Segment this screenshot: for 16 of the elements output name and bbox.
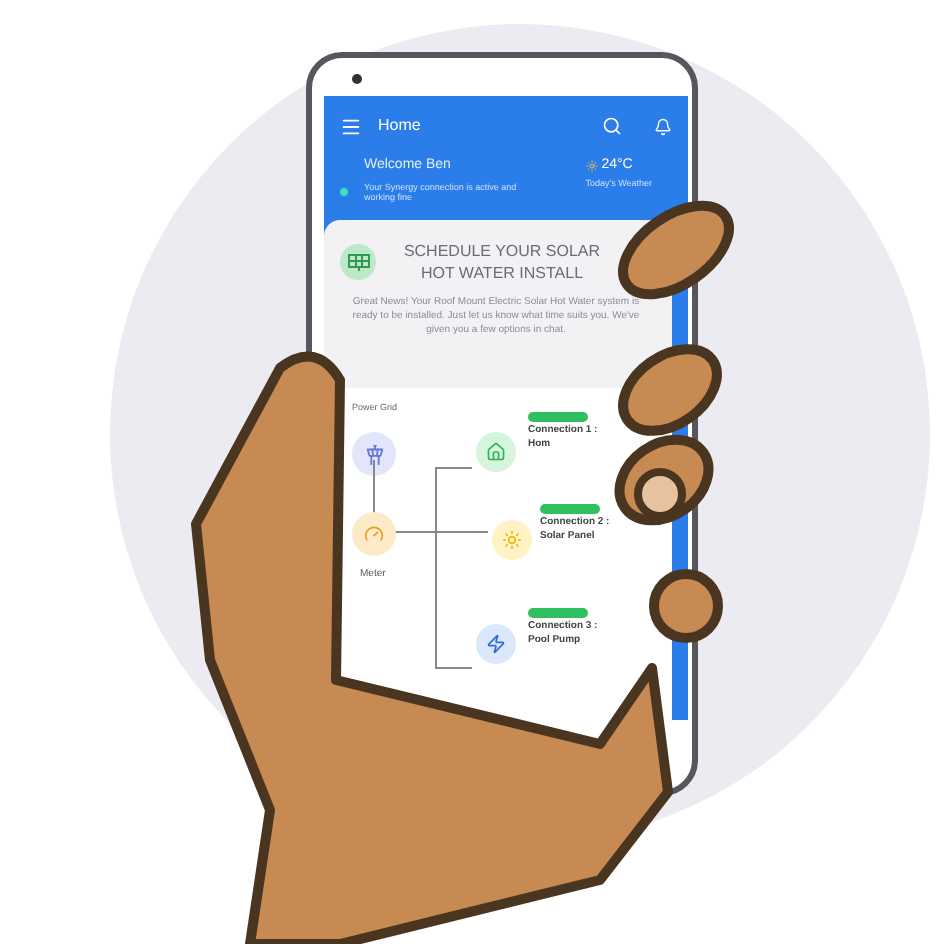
status-pill bbox=[540, 504, 600, 514]
house-icon bbox=[476, 432, 516, 472]
status-pill bbox=[528, 608, 588, 618]
meter-icon bbox=[352, 512, 396, 556]
header-title: Home bbox=[378, 114, 421, 138]
bolt-icon bbox=[476, 624, 516, 664]
power-tower-icon bbox=[352, 432, 396, 476]
sun-icon bbox=[585, 160, 598, 173]
status-pill bbox=[528, 412, 588, 422]
search-icon[interactable] bbox=[602, 116, 622, 136]
card-title: SCHEDULE YOUR SOLAR HOT WATER INSTALL bbox=[401, 240, 603, 284]
bell-icon[interactable] bbox=[654, 117, 672, 135]
camera-icon bbox=[352, 74, 362, 84]
sun-icon bbox=[492, 520, 532, 560]
solar-panel-icon bbox=[340, 244, 376, 280]
menu-icon[interactable] bbox=[340, 115, 362, 137]
